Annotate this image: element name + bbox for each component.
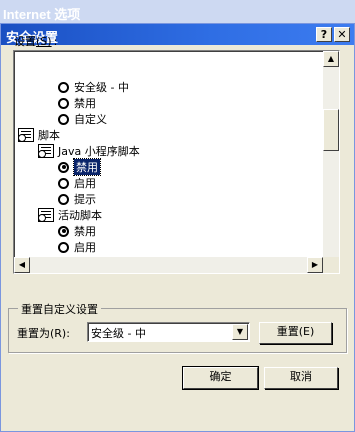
tree-row-label: 启用	[74, 177, 96, 190]
radio-checked-icon[interactable]	[58, 161, 69, 173]
settings-folder-icon	[18, 128, 34, 142]
radio-unchecked-icon[interactable]	[58, 113, 69, 125]
tree-option-row[interactable]: 提示	[58, 191, 96, 207]
tree-category-row[interactable]: 脚本	[18, 127, 60, 143]
tree-category-row[interactable]: 活动脚本	[38, 207, 102, 223]
tree-row-label: 安全级 - 中	[74, 81, 129, 94]
tree-row-label: 活动脚本	[58, 209, 102, 222]
scroll-up-button[interactable]: ▲	[323, 51, 339, 67]
cancel-button[interactable]: 取消	[264, 367, 338, 389]
tree-row-label: 禁用	[74, 97, 96, 110]
chevron-down-icon[interactable]: ▼	[232, 324, 248, 340]
tree-option-row[interactable]: 启用	[58, 239, 96, 255]
tree-option-row[interactable]: 禁用	[58, 95, 96, 111]
scroll-left-button[interactable]: ◀	[14, 257, 30, 273]
settings-label: 设置(S):	[14, 35, 58, 48]
radio-unchecked-icon[interactable]	[58, 97, 69, 109]
tree-row-label: 禁用	[73, 158, 101, 176]
settings-tree[interactable]: 安全级 - 中禁用自定义脚本Java 小程序脚本禁用启用提示活动脚本禁用启用提示…	[13, 50, 340, 274]
tree-row-label: 启用	[74, 241, 96, 254]
reset-level-value: 安全级 - 中	[91, 327, 146, 340]
radio-unchecked-icon[interactable]	[58, 177, 69, 189]
tree-option-row[interactable]: 自定义	[58, 111, 107, 127]
reset-button[interactable]: 重置(E)	[259, 322, 332, 344]
scroll-right-button[interactable]: ▶	[307, 257, 323, 273]
tree-row-label: 自定义	[74, 113, 107, 126]
tree-option-row[interactable]: 禁用	[58, 223, 96, 239]
reset-level-select[interactable]: 安全级 - 中 ▼	[87, 322, 250, 342]
ok-button[interactable]: 确定	[182, 366, 259, 390]
close-button[interactable]: ✕	[334, 27, 350, 42]
tree-row-label: 脚本	[38, 129, 60, 142]
vertical-scrollbar[interactable]: ▲ ▼	[323, 51, 339, 273]
radio-checked-icon[interactable]	[58, 225, 69, 237]
radio-unchecked-icon[interactable]	[58, 241, 69, 253]
radio-unchecked-icon[interactable]	[58, 81, 69, 93]
horizontal-scrollbar[interactable]: ◀ ▶	[14, 257, 323, 273]
tree-row-label: Java 小程序脚本	[58, 145, 140, 158]
help-button[interactable]: ?	[316, 27, 332, 42]
scroll-thumb[interactable]	[323, 109, 339, 151]
tree-row-label: 提示	[74, 193, 96, 206]
settings-folder-icon	[38, 208, 54, 222]
reset-to-label: 重置为(R):	[17, 327, 70, 340]
tree-option-row[interactable]: 启用	[58, 175, 96, 191]
scrollbar-corner	[323, 257, 339, 273]
tree-category-row[interactable]: Java 小程序脚本	[38, 143, 140, 159]
outer-window-title: Internet 选项	[0, 0, 355, 23]
tree-option-row[interactable]: 禁用	[58, 158, 101, 176]
tree-row-label: 禁用	[74, 225, 96, 238]
settings-folder-icon	[38, 144, 54, 158]
reset-group-title: 重置自定义设置	[18, 301, 101, 317]
radio-unchecked-icon[interactable]	[58, 193, 69, 205]
tree-option-row[interactable]: 安全级 - 中	[58, 79, 129, 95]
